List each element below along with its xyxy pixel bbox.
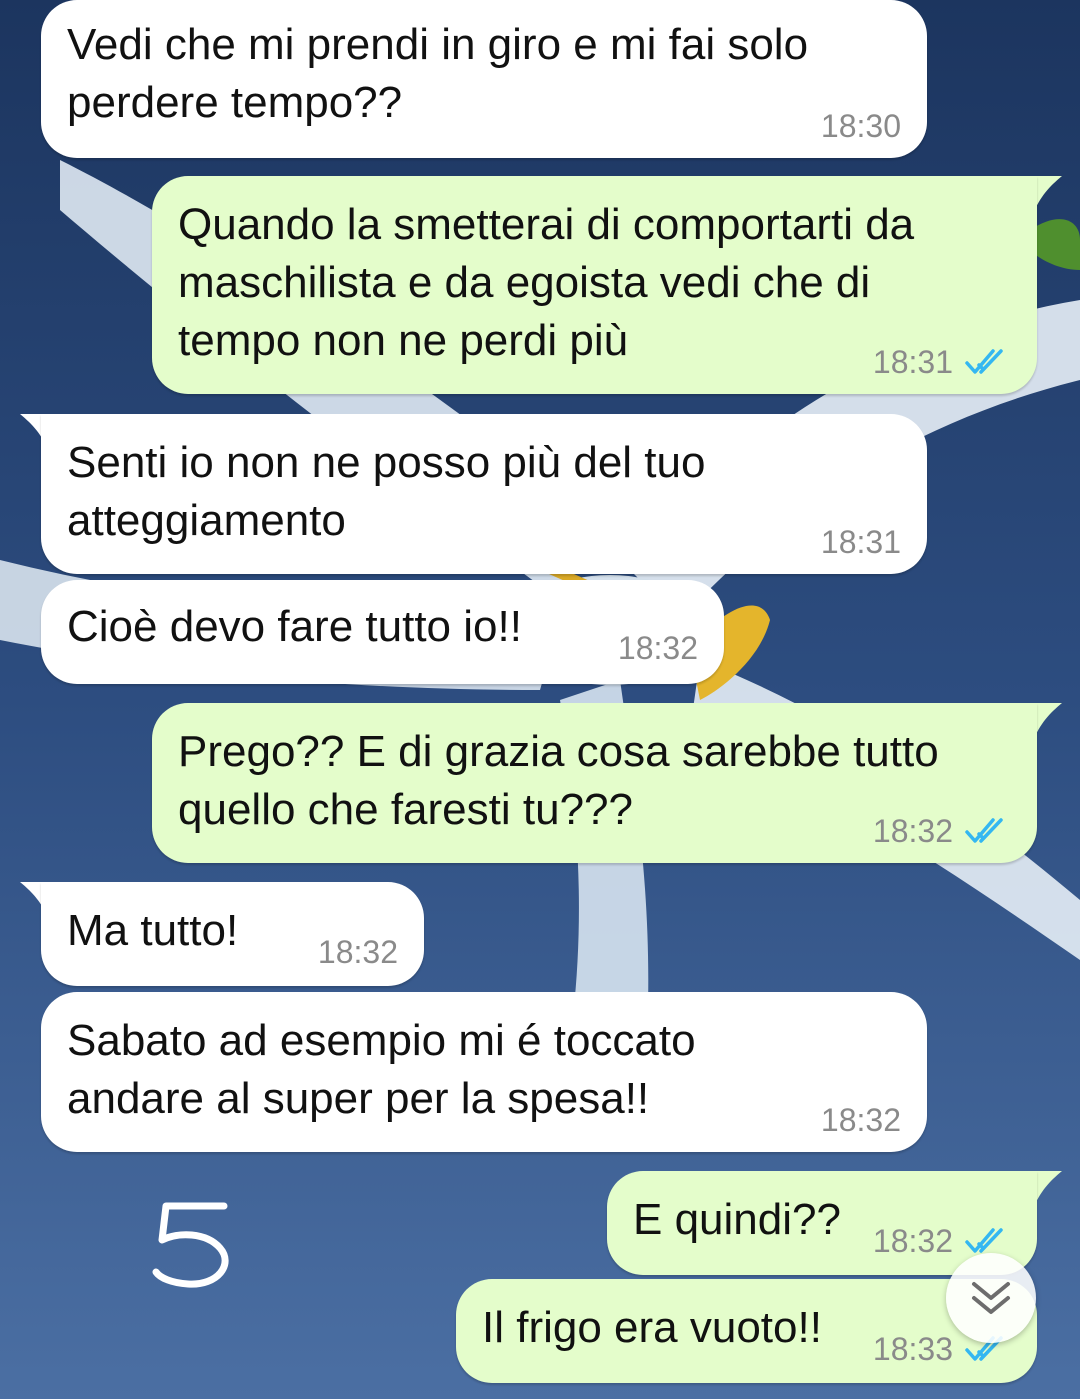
message-time: 18:32 — [872, 813, 953, 849]
incoming-message[interactable]: Sabato ad esempio mi é toccato andare al… — [41, 992, 927, 1152]
incoming-message[interactable]: Vedi che mi prendi in giro e mi fai solo… — [41, 0, 927, 158]
incoming-message[interactable]: Cioè devo fare tutto io!! 18:32 — [41, 580, 724, 684]
double-chevron-down-icon — [972, 1282, 1010, 1314]
message-time: 18:32 — [820, 1102, 901, 1138]
scroll-to-bottom-button[interactable] — [946, 1253, 1036, 1343]
incoming-message[interactable]: Ma tutto! 18:32 — [41, 882, 424, 986]
message-meta: 18:32 — [318, 934, 398, 970]
message-meta: 18:32 — [618, 630, 698, 666]
outgoing-message[interactable]: Prego?? E di grazia cosa sarebbe tutto q… — [152, 703, 1037, 863]
outgoing-message[interactable]: Quando la smetterai di comportarti da ma… — [152, 176, 1037, 394]
message-text: Senti io non ne posso più del tuo attegg… — [67, 438, 706, 545]
double-check-read-icon — [965, 1228, 1003, 1253]
message-time: 18:32 — [617, 630, 698, 666]
double-check-read-icon — [965, 349, 1003, 374]
message-time: 18:30 — [820, 108, 901, 144]
message-text: Ma tutto! — [67, 906, 239, 955]
message-text: Il frigo era vuoto!! — [482, 1303, 822, 1352]
handwritten-number-5 — [152, 1202, 229, 1288]
message-text: Sabato ad esempio mi é toccato andare al… — [67, 1016, 696, 1123]
message-meta: 18:31 — [873, 344, 1011, 380]
message-meta: 18:30 — [821, 108, 901, 144]
message-text: E quindi?? — [633, 1195, 841, 1244]
message-time: 18:33 — [872, 1331, 953, 1367]
message-text: Prego?? E di grazia cosa sarebbe tutto q… — [178, 727, 939, 834]
message-time: 18:31 — [872, 344, 953, 380]
double-check-read-icon — [965, 818, 1003, 843]
message-text: Quando la smetterai di comportarti da ma… — [178, 200, 915, 365]
message-meta: 18:32 — [873, 813, 1011, 849]
message-meta: 18:32 — [821, 1102, 901, 1138]
message-meta: 18:31 — [821, 524, 901, 560]
message-time: 18:32 — [317, 934, 398, 970]
message-text: Cioè devo fare tutto io!! — [67, 602, 522, 651]
message-text: Vedi che mi prendi in giro e mi fai solo… — [67, 20, 809, 127]
message-time: 18:32 — [872, 1223, 953, 1259]
incoming-message[interactable]: Senti io non ne posso più del tuo attegg… — [41, 414, 927, 574]
message-time: 18:31 — [820, 524, 901, 560]
